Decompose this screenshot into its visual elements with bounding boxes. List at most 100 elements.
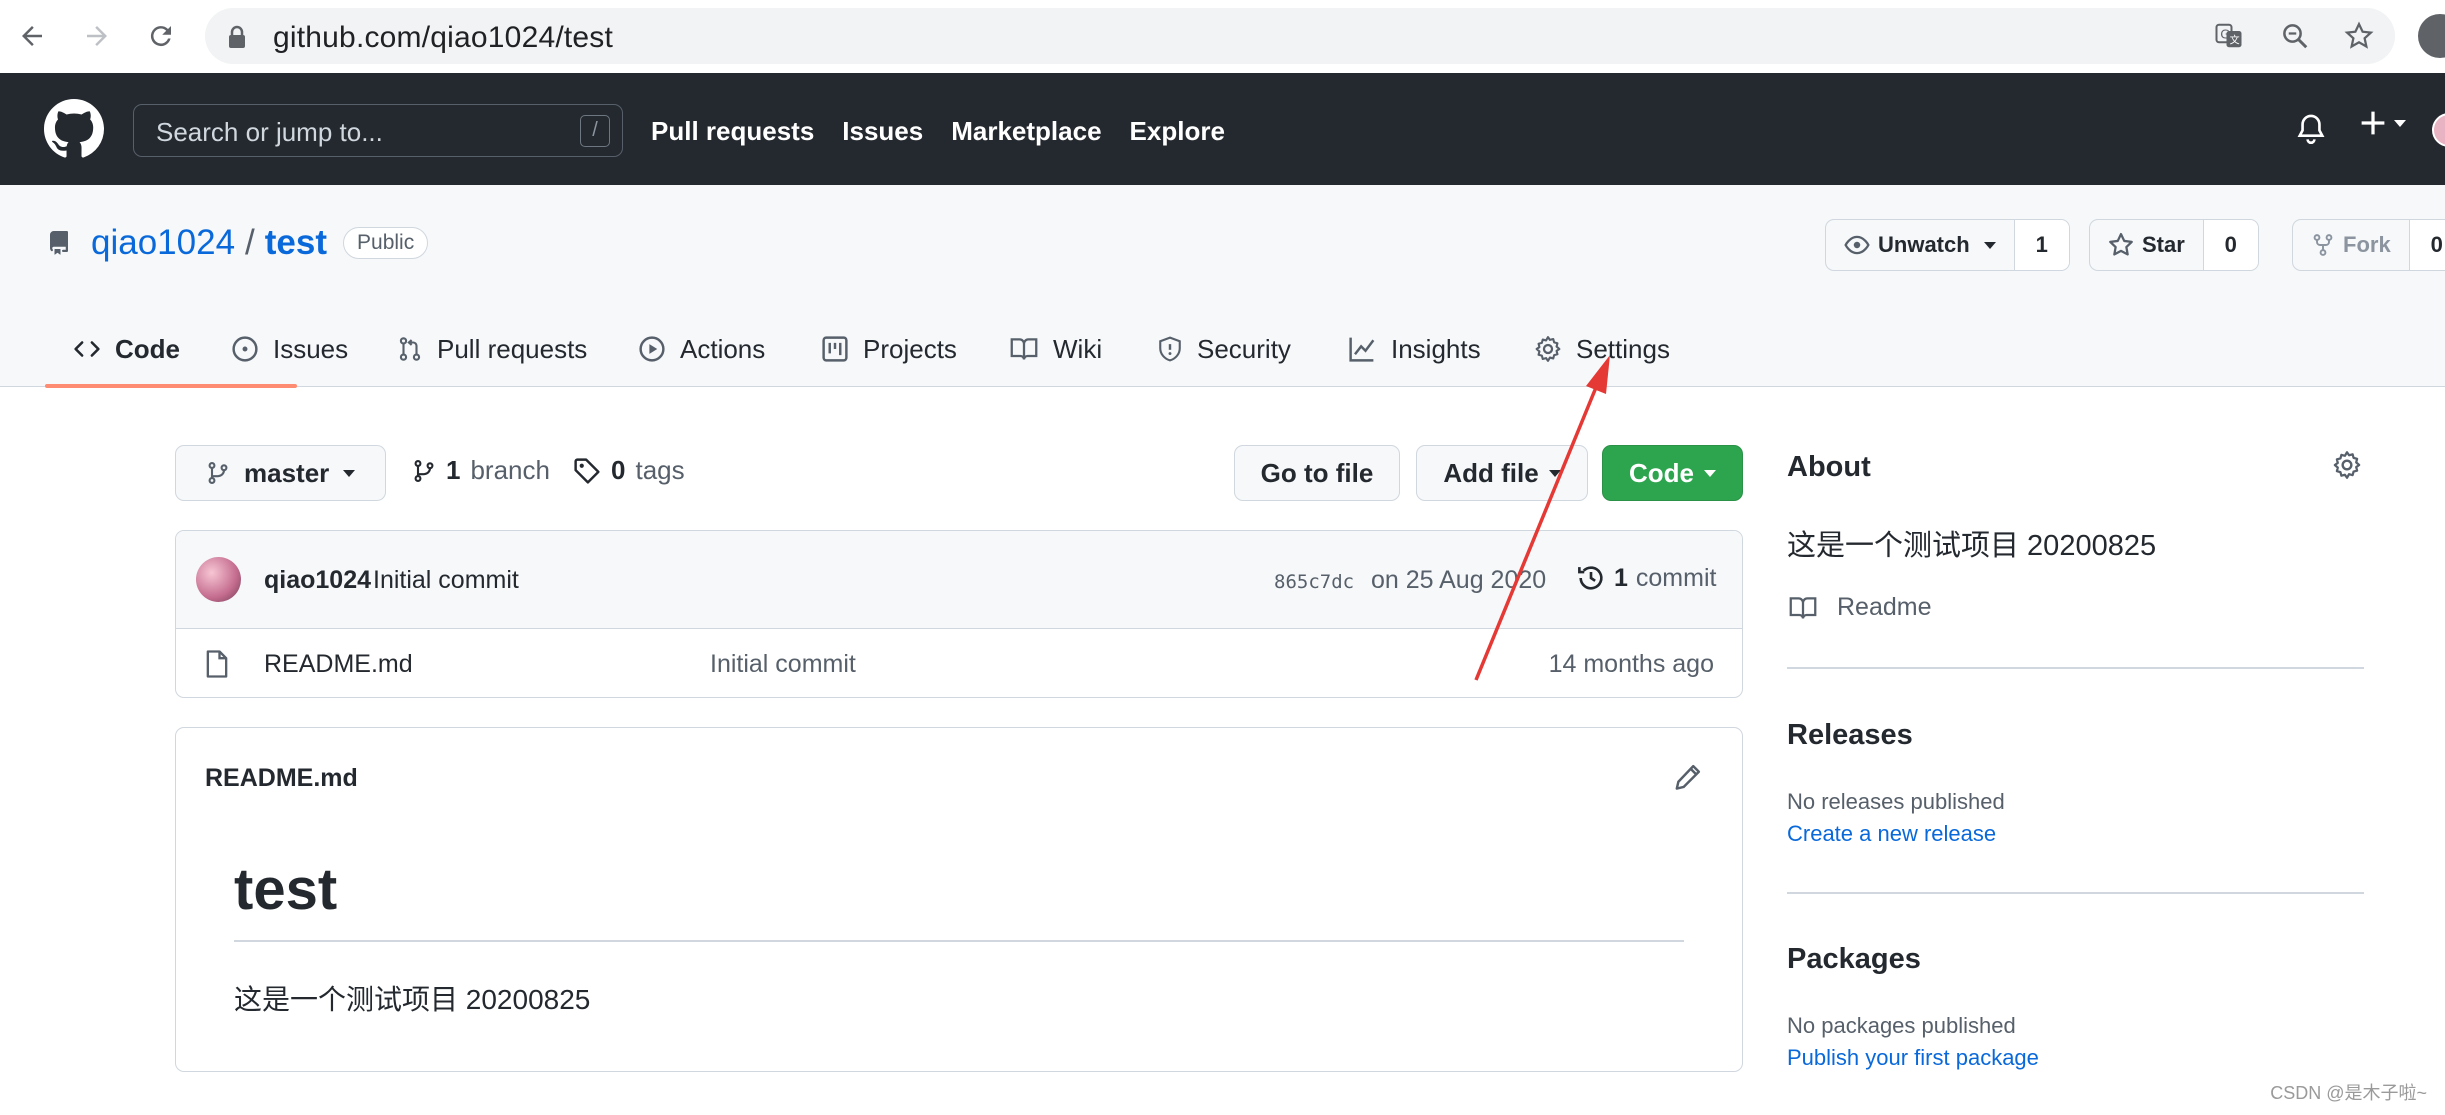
readme-title[interactable]: README.md — [205, 764, 358, 793]
branch-name: master — [244, 457, 330, 488]
latest-commit-bar: qiao1024 Initial commit 865c7dc on 25 Au… — [176, 531, 1742, 629]
tags-link[interactable]: 0 tags — [573, 455, 685, 486]
reload-button[interactable] — [139, 14, 183, 58]
global-nav: Pull requests Issues Marketplace Explore — [651, 116, 1225, 147]
repo-description: 这是一个测试项目 20200825 — [1787, 530, 2157, 562]
tab-code-label: Code — [115, 333, 180, 364]
branch-label: branch — [470, 455, 550, 485]
address-bar[interactable]: github.com/qiao1024/test G文 — [205, 8, 2395, 64]
forward-button[interactable] — [75, 14, 119, 58]
nav-pull-requests[interactable]: Pull requests — [651, 116, 814, 147]
github-logo-icon[interactable] — [44, 99, 104, 159]
star-button[interactable]: Star — [2090, 220, 2204, 270]
nav-explore[interactable]: Explore — [1130, 116, 1225, 147]
star-label: Star — [2142, 232, 2185, 257]
fork-button[interactable]: Fork — [2293, 220, 2410, 270]
tab-security[interactable]: Security — [1157, 311, 1291, 387]
file-commit-message[interactable]: Initial commit — [710, 650, 856, 679]
file-browser: qiao1024 Initial commit 865c7dc on 25 Au… — [175, 530, 1743, 698]
branches-link[interactable]: 1 branch — [412, 455, 550, 486]
search-input[interactable]: Search or jump to... / — [133, 104, 623, 157]
commit-sha[interactable]: 865c7dc — [1274, 571, 1354, 593]
search-placeholder: Search or jump to... — [156, 117, 383, 147]
active-tab-indicator — [45, 384, 297, 388]
gear-icon[interactable] — [2332, 450, 2362, 480]
tab-issues-label: Issues — [273, 333, 349, 364]
readme-link[interactable]: Readme — [1787, 593, 1932, 622]
bookmark-star-icon[interactable] — [2343, 20, 2375, 52]
tab-security-label: Security — [1197, 333, 1291, 364]
unwatch-button[interactable]: Unwatch — [1826, 220, 2015, 270]
repo-name-link[interactable]: test — [265, 223, 327, 263]
browser-toolbar: github.com/qiao1024/test G文 — [0, 0, 2445, 73]
readme-divider — [234, 940, 1684, 942]
user-avatar[interactable] — [2432, 113, 2445, 147]
add-file-label: Add file — [1443, 457, 1539, 488]
go-to-file-button[interactable]: Go to file — [1234, 445, 1400, 501]
file-name[interactable]: README.md — [264, 650, 413, 679]
star-icon — [2109, 232, 2133, 256]
url-text: github.com/qiao1024/test — [273, 21, 614, 54]
branch-select-button[interactable]: master — [175, 445, 386, 501]
star-count[interactable]: 0 — [2203, 220, 2258, 270]
sidebar-divider — [1787, 667, 2364, 669]
commit-date: on 25 Aug 2020 — [1371, 566, 1547, 594]
arrow-left-icon — [22, 26, 42, 46]
pull-request-icon — [399, 337, 421, 361]
create-new-dropdown[interactable] — [2360, 110, 2406, 136]
tag-icon — [574, 457, 600, 484]
lock-icon — [229, 25, 245, 48]
tab-insights[interactable]: Insights — [1347, 311, 1481, 387]
releases-empty-text: No releases published — [1787, 789, 2005, 814]
fork-count[interactable]: 0 — [2409, 220, 2445, 270]
file-age: 14 months ago — [1548, 650, 1714, 678]
commit-author-avatar[interactable] — [196, 557, 241, 602]
tab-pull-requests[interactable]: Pull requests — [397, 311, 587, 387]
tab-wiki[interactable]: Wiki — [1009, 311, 1102, 387]
plus-icon — [2361, 111, 2385, 135]
eye-icon — [1844, 235, 1870, 255]
tab-settings[interactable]: Settings — [1534, 311, 1670, 387]
git-branch-icon — [414, 459, 434, 482]
back-button[interactable] — [10, 14, 54, 58]
repo-title: qiao1024 / test Public — [47, 223, 429, 263]
packages-heading[interactable]: Packages — [1787, 943, 1921, 976]
packages-empty-text: No packages published — [1787, 1013, 2016, 1038]
zoom-icon[interactable] — [2279, 20, 2311, 52]
tab-projects[interactable]: Projects — [821, 311, 957, 387]
chevron-down-icon — [1548, 469, 1561, 477]
browser-profile-avatar[interactable] — [2418, 14, 2445, 58]
play-circle-icon — [639, 336, 665, 362]
code-icon — [74, 341, 100, 357]
about-heading: About — [1787, 451, 1871, 483]
publish-package-link[interactable]: Publish your first package — [1787, 1045, 2039, 1071]
svg-text:文: 文 — [2230, 34, 2240, 47]
commit-count-label: commit — [1635, 563, 1717, 592]
star-button-group: Star 0 — [2089, 219, 2259, 271]
readme-text: 这是一个测试项目 20200825 — [234, 984, 591, 1015]
code-button[interactable]: Code — [1602, 445, 1743, 501]
add-file-button[interactable]: Add file — [1416, 445, 1588, 501]
create-release-link[interactable]: Create a new release — [1787, 821, 1996, 847]
watch-count[interactable]: 1 — [2014, 220, 2069, 270]
translate-icon[interactable]: G文 — [2213, 20, 2245, 52]
releases-heading[interactable]: Releases — [1787, 719, 1913, 752]
tab-code[interactable]: Code — [73, 311, 180, 387]
nav-marketplace[interactable]: Marketplace — [951, 116, 1101, 147]
repo-icon — [49, 231, 68, 255]
notifications-bell-icon[interactable] — [2296, 113, 2326, 147]
commit-history-link[interactable]: 1 commit — [1576, 563, 1716, 593]
commit-author[interactable]: qiao1024 — [264, 566, 371, 595]
chevron-down-icon — [343, 469, 356, 477]
commit-message[interactable]: Initial commit — [373, 566, 519, 595]
repo-owner-link[interactable]: qiao1024 — [91, 223, 235, 263]
tab-issues[interactable]: Issues — [231, 311, 348, 387]
pencil-icon[interactable] — [1674, 763, 1702, 791]
watermark: CSDN @是木子啦~ — [2270, 1083, 2427, 1103]
tag-count: 0 — [611, 455, 626, 485]
nav-issues[interactable]: Issues — [842, 116, 923, 147]
fork-button-group: Fork 0 — [2292, 219, 2445, 271]
file-row[interactable]: README.md Initial commit 14 months ago — [176, 629, 1742, 697]
tab-actions[interactable]: Actions — [638, 311, 765, 387]
chevron-down-icon — [1704, 469, 1716, 477]
